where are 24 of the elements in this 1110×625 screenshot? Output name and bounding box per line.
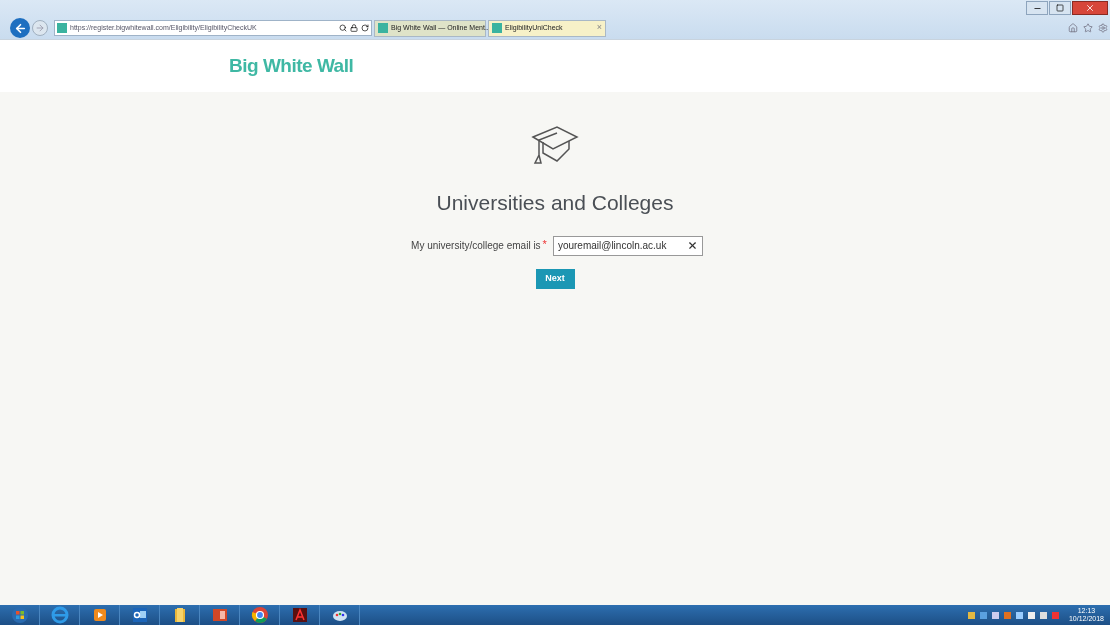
search-icon[interactable] [339,24,347,32]
back-arrow-icon [13,21,27,35]
start-orb-icon[interactable] [9,605,30,625]
site-favicon [378,23,388,33]
maximize-button[interactable] [1049,1,1071,15]
close-button[interactable] [1072,1,1108,15]
minimize-button[interactable] [1026,1,1048,15]
clear-icon[interactable] [686,240,698,251]
favorites-icon[interactable] [1083,23,1093,33]
chrome-like-icon[interactable] [249,605,270,625]
site-favicon [57,23,67,33]
email-field[interactable]: youremail@lincoln.ac.uk [552,235,703,256]
maximize-icon [1056,4,1064,12]
site-favicon [492,23,502,33]
lock-icon [350,24,358,32]
browser-icon[interactable] [49,605,70,625]
field-label: My university/college email is [411,239,541,253]
close-icon [1085,3,1095,13]
back-button[interactable] [10,18,30,38]
required-marker: * [542,236,547,252]
graduation-cap-icon [531,125,579,167]
forward-arrow-icon [35,23,45,33]
page-heading: Universities and Colleges [436,190,674,216]
refresh-icon[interactable] [361,24,369,32]
